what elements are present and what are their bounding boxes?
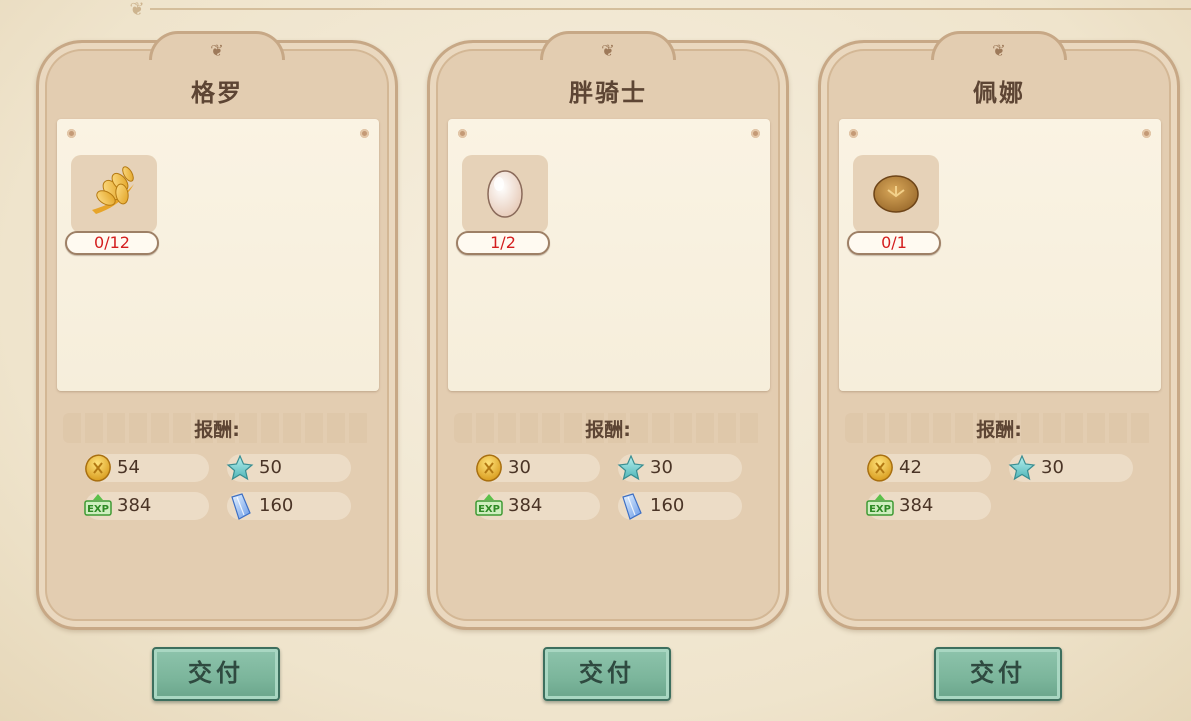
npc-name: 格罗 xyxy=(191,79,243,107)
top-divider xyxy=(150,8,1191,10)
reward-value: 384 xyxy=(117,495,152,516)
reward-value: 30 xyxy=(1041,457,1064,478)
npc-name: 佩娜 xyxy=(973,79,1025,107)
reward-label: 报酬: xyxy=(585,419,631,441)
reward-crystal: 160 xyxy=(227,492,351,520)
reward-value: 42 xyxy=(899,457,922,478)
star-icon xyxy=(1008,454,1036,481)
reward-gold: 54 xyxy=(85,454,209,482)
card-ornament-icon: ❦ xyxy=(210,41,224,60)
wheat-icon xyxy=(92,166,134,214)
reward-value: 30 xyxy=(650,457,673,478)
card-ornament-icon: ❦ xyxy=(601,41,615,60)
star-icon xyxy=(226,454,254,481)
quest-card-fat-knight: ❦ 胖骑士 1/2 报酬: 30 30 EXP 384 160 xyxy=(427,31,789,630)
pin-icon xyxy=(67,129,76,138)
gold-coin-icon xyxy=(476,454,502,482)
bread-icon xyxy=(873,175,919,213)
svg-text:EXP: EXP xyxy=(869,504,891,515)
reward-label: 报酬: xyxy=(194,419,240,441)
request-paper: 0/1 xyxy=(839,119,1161,391)
reward-exp: EXP 384 xyxy=(866,492,991,520)
reward-gold: 42 xyxy=(867,454,991,482)
submit-button-fat-knight[interactable]: 交付 xyxy=(543,647,671,701)
quest-card-pena: ❦ 佩娜 0/1 报酬: 42 30 EXP 384 xyxy=(818,31,1180,630)
item-progress: 0/1 xyxy=(847,231,941,255)
reward-value: 384 xyxy=(899,495,934,516)
pin-icon xyxy=(751,129,760,138)
egg-icon xyxy=(487,170,523,218)
required-item-slot[interactable] xyxy=(71,155,157,233)
reward-gold: 30 xyxy=(476,454,600,482)
crystal-icon xyxy=(231,493,251,520)
reward-value: 160 xyxy=(259,495,294,516)
reward-star: 50 xyxy=(226,454,351,482)
reward-exp: EXP 384 xyxy=(475,492,600,520)
reward-exp: EXP 384 xyxy=(84,492,209,520)
reward-value: 30 xyxy=(508,457,531,478)
reward-value: 160 xyxy=(650,495,685,516)
submit-button-pena[interactable]: 交付 xyxy=(934,647,1062,701)
item-progress: 0/12 xyxy=(65,231,159,255)
gold-coin-icon xyxy=(867,454,893,482)
gold-coin-icon xyxy=(85,454,111,482)
submit-button-gro[interactable]: 交付 xyxy=(152,647,280,701)
top-ornament-icon: ❦ xyxy=(129,0,145,20)
request-paper: 0/12 xyxy=(57,119,379,391)
svg-text:EXP: EXP xyxy=(87,504,109,515)
pin-icon xyxy=(360,129,369,138)
exp-icon: EXP xyxy=(84,494,112,516)
pin-icon xyxy=(458,129,467,138)
crystal-icon xyxy=(622,493,642,520)
reward-crystal: 160 xyxy=(618,492,742,520)
reward-value: 384 xyxy=(508,495,543,516)
card-ornament-icon: ❦ xyxy=(992,41,1006,60)
required-item-slot[interactable] xyxy=(853,155,939,233)
reward-value: 50 xyxy=(259,457,282,478)
required-item-slot[interactable] xyxy=(462,155,548,233)
svg-text:EXP: EXP xyxy=(478,504,500,515)
exp-icon: EXP xyxy=(475,494,503,516)
pin-icon xyxy=(849,129,858,138)
reward-star: 30 xyxy=(617,454,742,482)
reward-star: 30 xyxy=(1008,454,1133,482)
item-progress: 1/2 xyxy=(456,231,550,255)
pin-icon xyxy=(1142,129,1151,138)
star-icon xyxy=(617,454,645,481)
exp-icon: EXP xyxy=(866,494,894,516)
reward-label: 报酬: xyxy=(976,419,1022,441)
request-paper: 1/2 xyxy=(448,119,770,391)
reward-value: 54 xyxy=(117,457,140,478)
quest-card-gro: ❦ 格罗 0/12 报酬: 54 50 EXP 384 160 xyxy=(36,31,398,630)
npc-name: 胖骑士 xyxy=(569,79,647,107)
